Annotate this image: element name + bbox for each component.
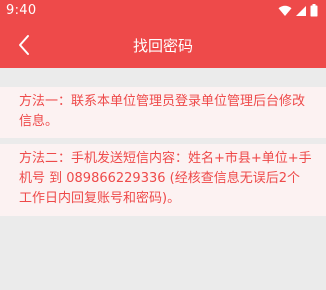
status-icons <box>278 4 318 17</box>
status-bar: 9:40 <box>0 0 326 22</box>
battery-icon <box>310 4 318 17</box>
screen: 9:40 找回密码 方法一：联系本单位管理员登录单位管理后台修改信息。 方法二：… <box>0 0 326 290</box>
signal-icon <box>296 5 306 16</box>
method-two-notice: 方法二：手机发送短信内容：姓名+市县+单位+手机号 到 089866229336… <box>0 144 326 216</box>
page-title: 找回密码 <box>132 37 193 55</box>
app-bar: 找回密码 <box>0 22 326 68</box>
wifi-icon <box>278 5 292 16</box>
status-time: 9:40 <box>6 3 37 18</box>
method-one-notice: 方法一：联系本单位管理员登录单位管理后台修改信息。 <box>0 87 326 138</box>
